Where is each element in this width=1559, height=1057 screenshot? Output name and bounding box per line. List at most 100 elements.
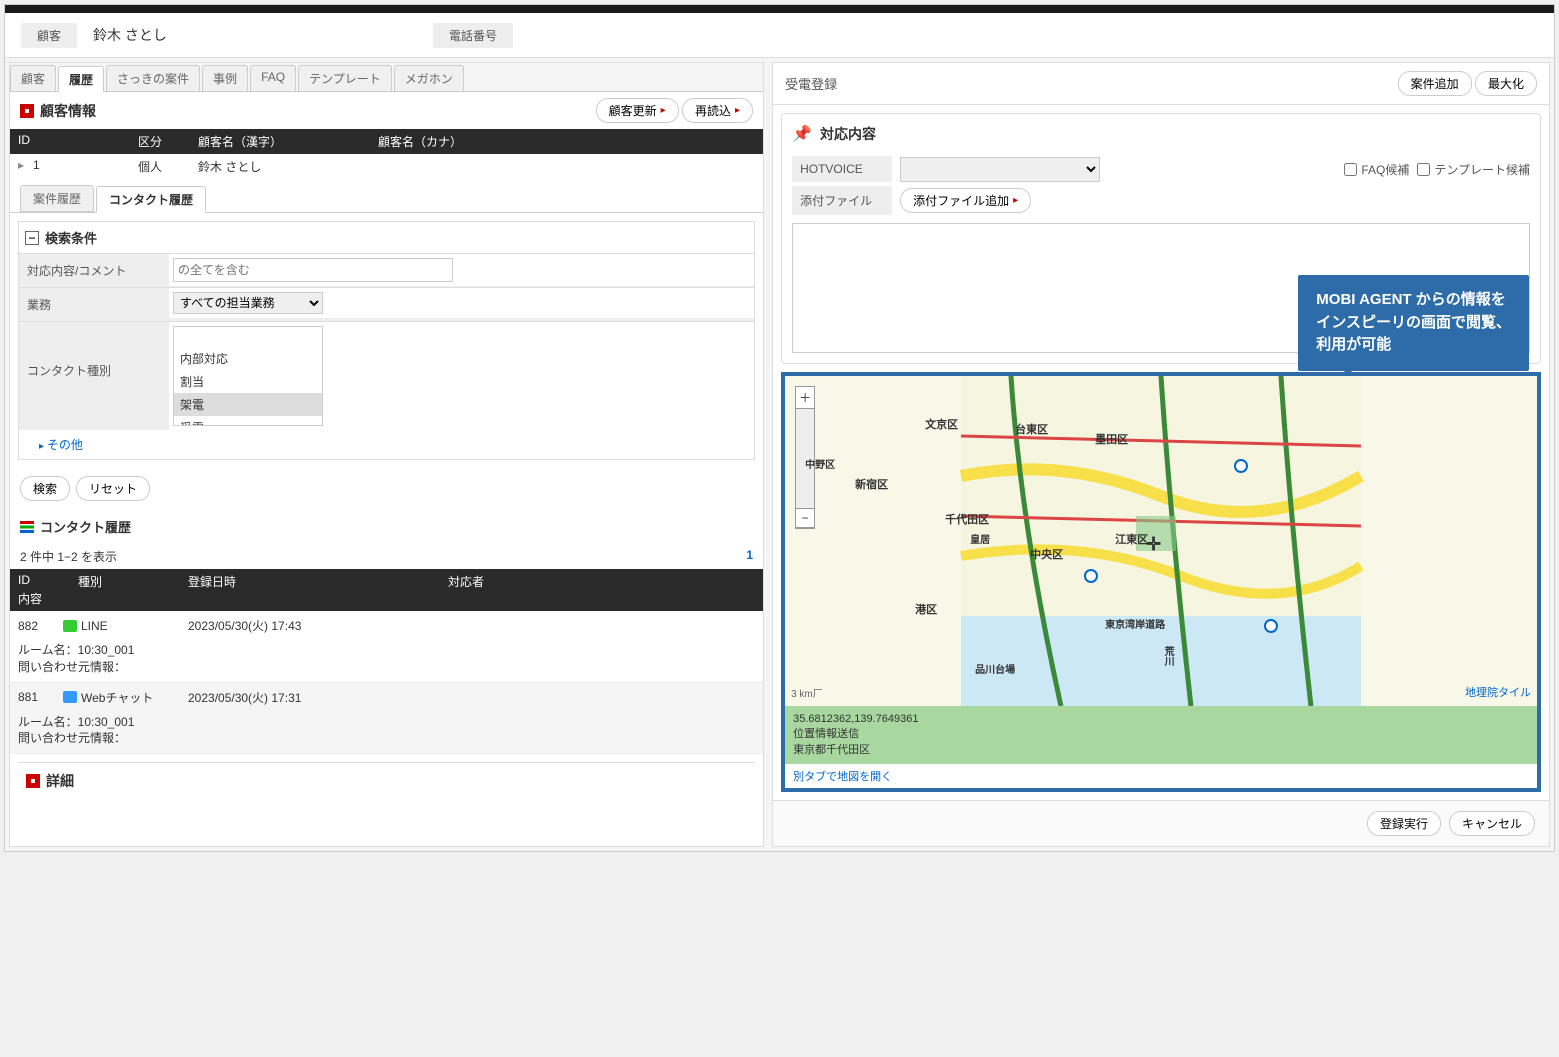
- row-marker-icon: ▸: [18, 158, 33, 175]
- hist-room: ルーム名：10:30_001: [18, 714, 755, 731]
- subtab-contact-history[interactable]: コンタクト履歴: [96, 186, 206, 213]
- contact-type-label: コンタクト種別: [19, 322, 169, 387]
- open-map-tab-link[interactable]: 別タブで地図を開く: [785, 764, 1537, 788]
- customer-label: 顧客: [21, 23, 77, 48]
- add-case-button[interactable]: 案件追加: [1398, 71, 1472, 96]
- grid-icon: [26, 774, 40, 788]
- content-input[interactable]: [173, 258, 453, 282]
- phone-label: 電話番号: [433, 23, 513, 48]
- ward-label: 江東区: [1115, 531, 1148, 547]
- response-header: 📌 対応内容: [792, 124, 1530, 152]
- hist-datetime: 2023/05/30(火) 17:43: [188, 617, 755, 634]
- history-table-header: ID 種別 登録日時 対応者 内容: [10, 569, 763, 611]
- search-title: 検索条件: [45, 228, 97, 247]
- faq-checkbox[interactable]: [1344, 163, 1357, 176]
- hist-room: ルーム名：10:30_001: [18, 642, 755, 659]
- contact-history-header: コンタクト履歴: [10, 509, 763, 544]
- info-callout: MOBI AGENT からの情報を インスピーリの画面で閲覧、 利用が可能: [1298, 275, 1529, 371]
- map-loc-sent: 位置情報送信: [793, 727, 1529, 742]
- pin-icon: 📌: [792, 124, 812, 144]
- cancel-button[interactable]: キャンセル: [1449, 811, 1535, 836]
- detail-title: 詳細: [46, 771, 74, 791]
- ward-label: 中央区: [1030, 546, 1063, 562]
- search-actions: 検索 リセット: [10, 468, 763, 509]
- customer-table-row[interactable]: ▸ 1 個人 鈴木 さとし: [10, 154, 763, 179]
- tab-customer[interactable]: 顧客: [10, 65, 56, 91]
- pager-page[interactable]: 1: [746, 548, 753, 565]
- cell-id: 1: [33, 158, 138, 175]
- list-item[interactable]: 内部対応: [174, 347, 322, 370]
- ward-label: 文京区: [925, 416, 958, 432]
- faq-checkbox-label[interactable]: FAQ候補: [1344, 161, 1409, 178]
- search-button[interactable]: 検索: [20, 476, 70, 501]
- customer-table-header: ID 区分 顧客名（漢字） 顧客名（カナ）: [10, 129, 763, 154]
- history-row[interactable]: 881 Webチャット 2023/05/30(火) 17:31 ルーム名：10:…: [10, 683, 763, 755]
- search-conditions-header[interactable]: − 検索条件: [19, 222, 754, 253]
- list-item[interactable]: 架電: [174, 393, 322, 416]
- sub-tabs: 案件履歴 コンタクト履歴: [10, 179, 763, 213]
- search-conditions-box: − 検索条件 対応内容/コメント 業務 すべての担当業務 コンタクト種別: [18, 221, 755, 460]
- chevron-right-icon: ▸: [1013, 195, 1018, 206]
- hist-datetime: 2023/05/30(火) 17:31: [188, 689, 755, 706]
- hist-source: 問い合わせ元情報：: [18, 730, 755, 747]
- register-button[interactable]: 登録実行: [1367, 811, 1441, 836]
- hotvoice-select[interactable]: [900, 157, 1100, 182]
- line-icon: [63, 620, 77, 632]
- contact-type-listbox[interactable]: 内部対応 割当 架電 受電: [173, 326, 323, 426]
- cell-kubun: 個人: [138, 158, 198, 175]
- ward-label: 新宿区: [855, 476, 888, 492]
- business-label: 業務: [19, 288, 169, 321]
- pager-text: 2 件中 1−2 を表示: [20, 548, 117, 565]
- tab-history[interactable]: 履歴: [58, 66, 104, 92]
- history-row[interactable]: 882 LINE 2023/05/30(火) 17:43 ルーム名：10:30_…: [10, 611, 763, 683]
- zoom-in-button[interactable]: ＋: [796, 387, 814, 409]
- business-select[interactable]: すべての担当業務: [173, 292, 323, 314]
- right-content: 📌 対応内容 HOTVOICE FAQ候補 テンプレート候補 添付ファイル 添付…: [773, 105, 1549, 800]
- tab-case-study[interactable]: 事例: [202, 65, 248, 91]
- template-checkbox[interactable]: [1417, 163, 1430, 176]
- phone-value: [521, 31, 861, 39]
- zoom-out-button[interactable]: −: [796, 509, 814, 528]
- tab-recent-case[interactable]: さっきの案件: [106, 65, 200, 91]
- pager: 2 件中 1−2 を表示 1: [10, 544, 763, 569]
- customer-update-button[interactable]: 顧客更新▸: [596, 98, 679, 123]
- chevron-right-icon: ▸: [661, 105, 666, 116]
- col-kubun: 区分: [138, 133, 198, 150]
- subtab-case-history[interactable]: 案件履歴: [20, 185, 94, 212]
- chevron-right-icon: ▸: [735, 105, 740, 116]
- hist-source: 問い合わせ元情報：: [18, 659, 755, 676]
- left-panel: 顧客 履歴 さっきの案件 事例 FAQ テンプレート メガホン 顧客情報 顧客更…: [9, 62, 764, 847]
- template-checkbox-label[interactable]: テンプレート候補: [1417, 161, 1530, 178]
- main-layout: 顧客 履歴 さっきの案件 事例 FAQ テンプレート メガホン 顧客情報 顧客更…: [5, 58, 1554, 851]
- list-item[interactable]: 割当: [174, 370, 322, 393]
- list-item[interactable]: 受電: [174, 416, 322, 426]
- right-panel: 受電登録 案件追加 最大化 📌 対応内容 HOTVOICE: [772, 62, 1550, 847]
- ward-label: 港区: [915, 601, 937, 617]
- left-tabs: 顧客 履歴 さっきの案件 事例 FAQ テンプレート メガホン: [10, 63, 763, 92]
- customer-header: 顧客 鈴木 さとし 電話番号: [5, 13, 1554, 58]
- map-container: ＋ − ✛ 文京区 台東区 墨田区 新宿区 千代田区 皇居 中央区 江東区: [781, 372, 1541, 792]
- hist-type: Webチャット: [81, 689, 153, 706]
- hcol-id: ID: [18, 573, 78, 590]
- map-tile-link[interactable]: 地理院タイル: [1465, 684, 1531, 700]
- hotvoice-label: HOTVOICE: [792, 156, 892, 182]
- cell-kanji: 鈴木 さとし: [198, 158, 378, 175]
- other-conditions-link[interactable]: その他: [19, 430, 754, 459]
- ward-label: 墨田区: [1095, 431, 1128, 447]
- reset-button[interactable]: リセット: [76, 476, 150, 501]
- tab-template[interactable]: テンプレート: [298, 65, 392, 91]
- reload-button[interactable]: 再読込▸: [682, 98, 753, 123]
- maximize-button[interactable]: 最大化: [1475, 71, 1537, 96]
- app-window: 顧客 鈴木 さとし 電話番号 顧客 履歴 さっきの案件 事例 FAQ テンプレー…: [4, 4, 1555, 852]
- window-titlebar: [5, 5, 1554, 13]
- tab-faq[interactable]: FAQ: [250, 65, 296, 91]
- grid-icon: [20, 104, 34, 118]
- col-id: ID: [18, 133, 138, 150]
- customer-info-header: 顧客情報 顧客更新▸ 再読込▸: [10, 92, 763, 129]
- map-info-bar: 35.6812362,139.7649361 位置情報送信 東京都千代田区: [785, 706, 1537, 764]
- tab-megaphone[interactable]: メガホン: [394, 65, 464, 91]
- map-canvas[interactable]: ＋ − ✛ 文京区 台東区 墨田区 新宿区 千代田区 皇居 中央区 江東区: [785, 376, 1537, 706]
- hist-id: 882: [18, 619, 63, 633]
- add-attachment-button[interactable]: 添付ファイル追加▸: [900, 188, 1031, 213]
- map-coords: 35.6812362,139.7649361: [793, 712, 1529, 727]
